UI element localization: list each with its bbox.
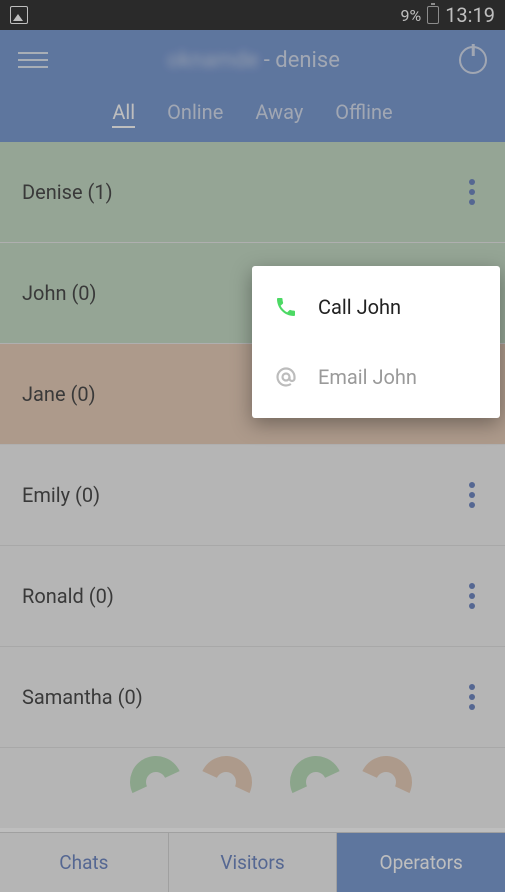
at-icon (274, 365, 298, 389)
email-action[interactable]: Email John (252, 342, 500, 412)
call-action[interactable]: Call John (252, 272, 500, 342)
contact-actions-popover: Call John Email John (252, 266, 500, 418)
modal-backdrop[interactable] (0, 0, 505, 892)
email-action-label: Email John (318, 365, 417, 389)
call-action-label: Call John (318, 295, 401, 319)
phone-icon (274, 295, 298, 319)
